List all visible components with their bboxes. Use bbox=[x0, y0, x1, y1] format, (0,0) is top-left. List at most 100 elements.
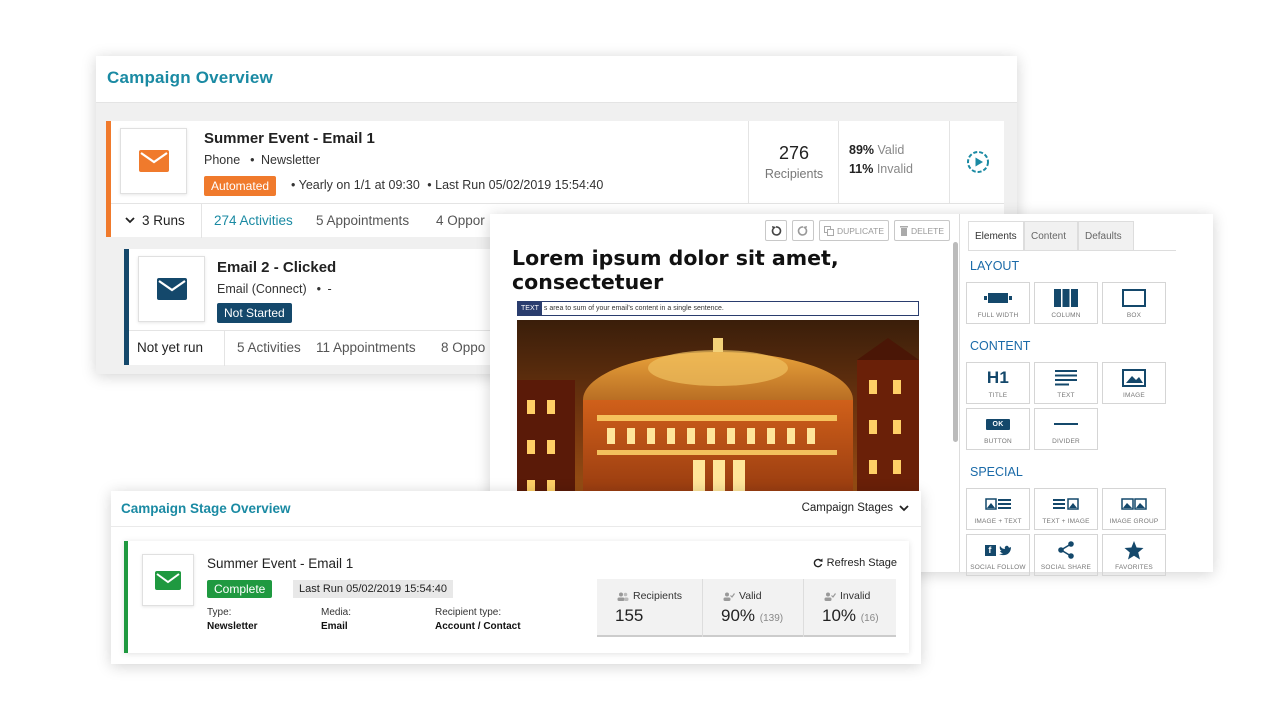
text-block[interactable]: TEXT s area to sum of your email's conte… bbox=[517, 301, 919, 316]
invalid-pct: 11% bbox=[849, 162, 874, 176]
star-icon bbox=[1124, 540, 1144, 560]
columns-icon bbox=[1054, 289, 1078, 307]
delete-button[interactable]: DELETE bbox=[894, 220, 950, 241]
appointments-link[interactable]: 11 Appointments bbox=[316, 340, 416, 355]
runs-toggle[interactable]: 3 Runs bbox=[125, 213, 185, 228]
activities-link[interactable]: 5 Activities bbox=[237, 340, 301, 355]
last-run-chip: Last Run 05/02/2019 15:54:40 bbox=[293, 580, 454, 598]
recipient-type-label: Recipient type: bbox=[435, 607, 502, 618]
section-content-title: CONTENT bbox=[970, 339, 1031, 353]
recipients-value: 155 bbox=[615, 606, 644, 625]
status-badge: Complete bbox=[207, 580, 273, 598]
full-width-icon bbox=[984, 291, 1012, 305]
block-label: IMAGE GROUP bbox=[1109, 518, 1159, 525]
button-icon: OK bbox=[985, 418, 1011, 430]
text-lines-icon bbox=[1055, 370, 1077, 386]
block-favorites[interactable]: FAVORITES bbox=[1102, 534, 1166, 576]
opportunities-link[interactable]: 8 Oppo bbox=[441, 340, 485, 355]
block-divider[interactable]: DIVIDER bbox=[1034, 408, 1098, 450]
block-text-image[interactable]: TEXT + IMAGE bbox=[1034, 488, 1098, 530]
campaign-media: Phone bbox=[204, 153, 241, 167]
block-label: FULL WIDTH bbox=[977, 312, 1019, 319]
campaign-type: - bbox=[327, 282, 332, 296]
campaign-schedule-line: • Yearly on 1/1 at 09:30 • Last Run 05/0… bbox=[291, 178, 604, 192]
block-full-width[interactable]: FULL WIDTH bbox=[966, 282, 1030, 324]
share-icon bbox=[1057, 541, 1075, 559]
section-special-title: SPECIAL bbox=[970, 465, 1023, 479]
image-icon bbox=[1122, 369, 1146, 387]
block-label: DIVIDER bbox=[1052, 438, 1080, 445]
duplicate-button[interactable]: DUPLICATE bbox=[819, 220, 889, 241]
recipient-type-value: Account / Contact bbox=[435, 621, 521, 632]
user-x-icon bbox=[824, 592, 836, 601]
tab-content[interactable]: Content bbox=[1024, 221, 1078, 250]
appointments-link[interactable]: 5 Appointments bbox=[316, 213, 409, 228]
opportunities-link[interactable]: 4 Oppor bbox=[436, 213, 485, 228]
valid-value: 90% bbox=[721, 606, 756, 625]
envelope-icon bbox=[155, 570, 181, 590]
valid-label: Valid bbox=[739, 590, 762, 602]
campaign-overview-title: Campaign Overview bbox=[107, 68, 273, 87]
activities-link[interactable]: 274 Activities bbox=[214, 213, 293, 228]
chevron-down-icon bbox=[899, 504, 909, 512]
block-image-text[interactable]: IMAGE + TEXT bbox=[966, 488, 1030, 530]
refresh-stage-button[interactable]: Refresh Stage bbox=[813, 557, 897, 569]
trash-icon bbox=[899, 225, 908, 236]
block-image-group[interactable]: IMAGE GROUP bbox=[1102, 488, 1166, 530]
block-social-follow[interactable]: f SOCIAL FOLLOW bbox=[966, 534, 1030, 576]
status-badge: Automated bbox=[204, 176, 277, 196]
stage-card-title: Summer Event - Email 1 bbox=[207, 556, 354, 571]
chevron-down-icon bbox=[125, 217, 135, 224]
recipients-stat: 276 Recipients bbox=[748, 121, 838, 203]
tab-defaults[interactable]: Defaults bbox=[1078, 221, 1134, 250]
block-title[interactable]: H1 TITLE bbox=[966, 362, 1030, 404]
campaign-overview-header: Campaign Overview bbox=[96, 56, 1017, 103]
canvas-scrollbar[interactable] bbox=[953, 242, 958, 442]
email-tile bbox=[120, 128, 187, 194]
block-box[interactable]: BOX bbox=[1102, 282, 1166, 324]
email-headline[interactable]: Lorem ipsum dolor sit amet, consectetuer bbox=[512, 246, 932, 294]
campaign-stages-dropdown[interactable]: Campaign Stages bbox=[802, 502, 909, 514]
runs-status: Not yet run bbox=[137, 340, 204, 355]
tab-elements[interactable]: Elements bbox=[968, 221, 1024, 251]
recipients-stat: Recipients 155 bbox=[597, 579, 702, 637]
block-label: SOCIAL FOLLOW bbox=[970, 564, 1026, 571]
delete-label: DELETE bbox=[910, 225, 945, 236]
campaign-title: Email 2 - Clicked bbox=[217, 259, 337, 276]
dropdown-label: Campaign Stages bbox=[801, 502, 893, 514]
recipients-label: Recipients bbox=[764, 167, 824, 181]
valid-pct: 89% bbox=[849, 143, 875, 157]
block-image[interactable]: IMAGE bbox=[1102, 362, 1166, 404]
invalid-label: Invalid bbox=[876, 162, 913, 176]
block-column[interactable]: COLUMN bbox=[1034, 282, 1098, 324]
email-tile bbox=[142, 554, 194, 606]
invalid-value: 10% bbox=[822, 606, 857, 625]
valid-count: (139) bbox=[759, 613, 784, 624]
last-run-text: Last Run 05/02/2019 15:54:40 bbox=[435, 178, 604, 192]
elements-sidebar: Elements Content Defaults LAYOUT FULL WI… bbox=[961, 214, 1213, 576]
undo-button[interactable] bbox=[765, 220, 787, 241]
user-check-icon bbox=[723, 592, 735, 601]
text-image-icon bbox=[1053, 498, 1079, 510]
divider-icon bbox=[1054, 422, 1078, 426]
stage-header: Campaign Stage Overview Campaign Stages bbox=[111, 491, 921, 527]
twitter-icon bbox=[998, 545, 1012, 556]
type-label: Type: bbox=[207, 607, 232, 618]
block-label: BUTTON bbox=[984, 438, 1012, 445]
box-icon bbox=[1122, 289, 1146, 307]
block-label: COLUMN bbox=[1051, 312, 1081, 319]
invalid-stat: Invalid 10% (16) bbox=[804, 579, 896, 637]
section-layout-title: LAYOUT bbox=[970, 259, 1020, 273]
block-social-share[interactable]: SOCIAL SHARE bbox=[1034, 534, 1098, 576]
block-label: BOX bbox=[1126, 312, 1142, 319]
envelope-icon bbox=[138, 150, 169, 172]
campaign-type: Newsletter bbox=[260, 153, 321, 167]
redo-button[interactable] bbox=[792, 220, 814, 241]
valid-stat: Valid 90% (139) bbox=[703, 579, 803, 637]
image-text-icon bbox=[985, 498, 1011, 510]
schedule-text: Yearly on 1/1 at 09:30 bbox=[298, 178, 420, 192]
block-button[interactable]: OK BUTTON bbox=[966, 408, 1030, 450]
block-text[interactable]: TEXT bbox=[1034, 362, 1098, 404]
play-circle-icon[interactable] bbox=[966, 150, 990, 174]
campaign-meta: Email (Connect) • - bbox=[217, 282, 332, 296]
